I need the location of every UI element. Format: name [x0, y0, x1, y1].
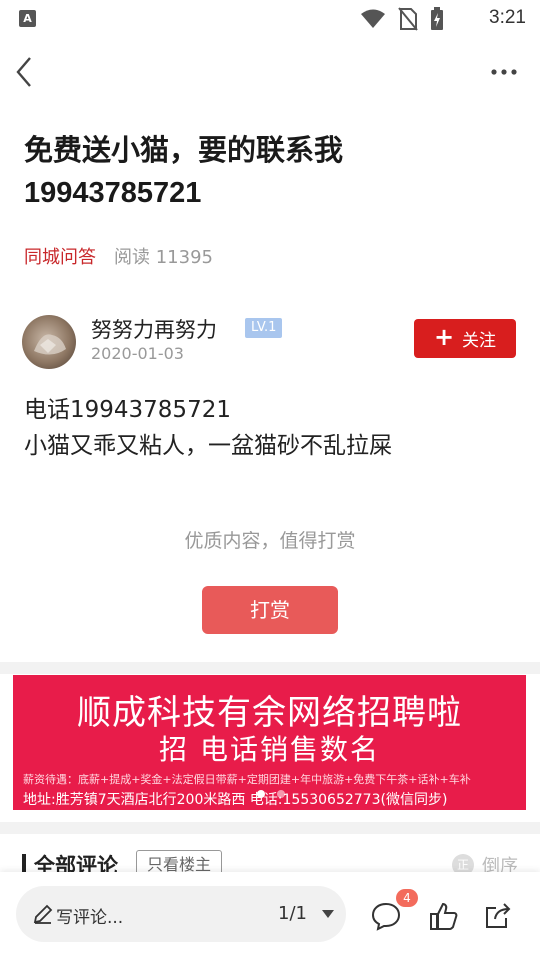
- body-line: 小猫又乖又粘人，一盆猫砂不乱拉屎: [24, 433, 392, 459]
- reward-button[interactable]: 打赏: [202, 586, 338, 634]
- carousel-dot[interactable]: [277, 790, 285, 798]
- reward-hint: 优质内容，值得打赏: [184, 530, 356, 552]
- plus-icon: +: [433, 323, 455, 351]
- ad-title: 顺成科技有余网络招聘啦: [77, 693, 462, 733]
- post-body: 电话19943785721 小猫又乖又粘人，一盆猫砂不乱拉屎: [24, 392, 392, 464]
- page-indicator[interactable]: 1/1: [278, 903, 307, 924]
- battery-charging-icon: [431, 7, 443, 30]
- comment-count-badge: 4: [396, 889, 418, 907]
- post-meta: 同城问答 阅读 11395: [24, 243, 213, 269]
- like-icon[interactable]: [428, 900, 460, 932]
- category-link[interactable]: 同城问答: [24, 243, 96, 269]
- nav-bar: [0, 44, 540, 100]
- app-notification-icon: A: [19, 10, 36, 27]
- status-bar: A 3:21: [0, 0, 540, 36]
- ad-benefits: 薪资待遇：底薪+提成+奖金+法定假日带薪+定期团建+年中旅游+免费下午茶+话补+…: [23, 773, 471, 786]
- post-title: 免费送小猫，要的联系我19943785721: [24, 135, 344, 209]
- ad-address: 地址:胜芳镇7天酒店北行200米路西 电话:15530652773(微信同步): [23, 792, 448, 808]
- no-sim-icon: [398, 7, 418, 31]
- write-comment-label: 写评论...: [56, 908, 124, 928]
- carousel-dot-active[interactable]: [257, 790, 265, 798]
- write-comment-input[interactable]: 写评论... 1/1: [16, 886, 346, 942]
- section-divider: [0, 822, 540, 834]
- more-horizontal-icon[interactable]: [490, 62, 518, 82]
- pen-icon: [33, 904, 53, 924]
- follow-button[interactable]: + 关注: [414, 319, 516, 358]
- wifi-icon: [361, 9, 385, 28]
- read-count: 阅读 11395: [114, 247, 213, 268]
- body-line: 电话19943785721: [24, 397, 231, 423]
- ad-subtitle: 招 电话销售数名: [159, 733, 380, 766]
- avatar[interactable]: [22, 315, 76, 369]
- author-row: 努努力再努力 LV.1 2020-01-03 + 关注: [22, 314, 522, 374]
- comment-icon[interactable]: [370, 900, 402, 932]
- author-name[interactable]: 努努力再努力: [91, 314, 217, 344]
- system-icons: [360, 7, 444, 31]
- clock: 3:21: [489, 7, 526, 28]
- level-badge: LV.1: [245, 318, 283, 338]
- section-divider: [0, 662, 540, 674]
- share-icon[interactable]: [482, 900, 514, 932]
- chevron-down-icon[interactable]: [322, 910, 334, 918]
- follow-label: 关注: [462, 331, 497, 351]
- bottom-bar: 写评论... 1/1 4: [0, 872, 540, 960]
- ad-banner[interactable]: 顺成科技有余网络招聘啦 招 电话销售数名 薪资待遇：底薪+提成+奖金+法定假日带…: [13, 675, 526, 810]
- post-date: 2020-01-03: [91, 344, 184, 363]
- chevron-left-icon[interactable]: [12, 54, 38, 90]
- carousel-dots: [257, 790, 285, 798]
- avatar-image: [34, 334, 66, 355]
